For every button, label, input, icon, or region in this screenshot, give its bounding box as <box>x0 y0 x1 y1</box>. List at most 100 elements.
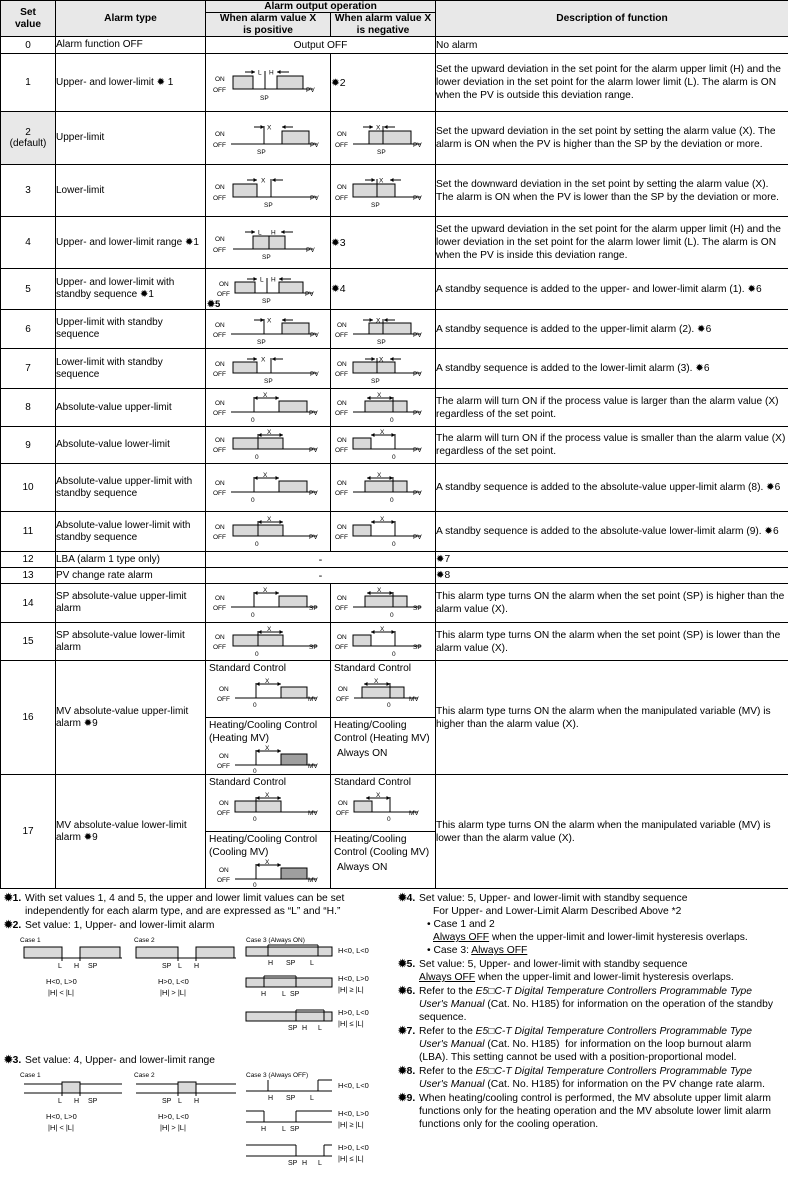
cell-set-value: 12 <box>0 551 56 569</box>
svg-text:L: L <box>310 1095 314 1102</box>
svg-text:H: H <box>302 1025 307 1032</box>
svg-text:OFF: OFF <box>335 410 348 417</box>
footnotes-section: ✹1. With set values 1, 4 and 5, the uppe… <box>0 889 788 1184</box>
svg-text:ON: ON <box>215 595 225 602</box>
svg-text:OFF: OFF <box>213 142 226 149</box>
header-set-value-line2: value <box>14 18 42 30</box>
waveform-upper-limit-negative: ON OFF X SP PV <box>335 125 422 157</box>
svg-text:SP: SP <box>309 644 318 651</box>
svg-text:H: H <box>74 1098 79 1105</box>
fig-upper-lower-range-cases: Case 1 L H SP H<0, L>0 |H| < |L| Case 2 … <box>20 1072 369 1167</box>
svg-text:0: 0 <box>392 454 396 461</box>
table-header: Set value Alarm type Alarm output operati… <box>0 0 788 38</box>
cell-description: Set the upward deviation in the set poin… <box>435 216 788 270</box>
svg-text:H<0, L<0: H<0, L<0 <box>338 946 369 955</box>
svg-text:L: L <box>282 991 286 998</box>
svg-text:PV: PV <box>306 87 315 94</box>
sub-split-negative: Standard Control ON OFF X 0 MV Heating/C… <box>331 661 435 774</box>
cell-diagram-positive: ON OFF L H SP PV <box>205 216 331 270</box>
footnote-5-title: Set value: 5, Upper- and lower-limit wit… <box>419 959 688 971</box>
svg-text:ON: ON <box>337 400 347 407</box>
svg-text:OFF: OFF <box>213 534 226 541</box>
svg-text:SP: SP <box>260 95 269 102</box>
sub-heating-cooling-positive: Heating/Cooling Control (Heating MV) ON … <box>206 718 330 774</box>
svg-text:H>0, L<0: H>0, L<0 <box>158 977 189 986</box>
waveform-lower-limit-positive: ON OFF X SP PV <box>213 177 319 209</box>
table-row: 16 MV absolute-value upper-limit alarm ✹… <box>0 660 788 776</box>
cell-diagram-positive: ON OFF X SP PV <box>205 111 331 166</box>
svg-text:H<0, L>0: H<0, L>0 <box>338 974 369 983</box>
svg-text:ON: ON <box>337 184 347 191</box>
footnote-2: ✹2. Set value: 1, Upper- and lower-limit… <box>4 920 388 933</box>
footnote-2-marker: ✹2. <box>4 920 22 932</box>
waveform-lower-standby-positive: ON OFF X SP PV <box>213 357 319 386</box>
cell-diagram-negative: ON OFF X 0 PV <box>330 463 436 513</box>
cell-alarm-type: Lower-limit <box>55 164 206 218</box>
svg-text:X: X <box>267 516 272 523</box>
header-description: Description of function <box>435 0 788 38</box>
waveform-abs-upper-negative: ON OFF X 0 PV <box>335 392 422 424</box>
svg-text:X: X <box>376 317 381 324</box>
cell-diagram-positive: ON OFF X SP PV <box>205 164 331 218</box>
svg-text:MV: MV <box>409 696 419 703</box>
svg-text:Case 1: Case 1 <box>20 937 41 944</box>
svg-text:ON: ON <box>219 686 229 693</box>
footnote-3-figure: Case 1 L H SP H<0, L>0 |H| < |L| Case 2 … <box>18 1069 388 1181</box>
svg-text:SP: SP <box>288 1025 298 1032</box>
svg-text:0: 0 <box>390 497 394 504</box>
sub-label-heating-cooling: Heating/Cooling Control (Heating MV) <box>209 720 318 744</box>
table-row: 15 SP absolute-value lower-limit alarm O… <box>0 622 788 662</box>
footnote-5-text: Set value: 5, Upper- and lower-limit wit… <box>419 959 782 985</box>
svg-text:ON: ON <box>219 800 229 807</box>
svg-text:SP: SP <box>257 149 266 156</box>
cell-output-span: - <box>205 567 436 585</box>
footnote-3: ✹3. Set value: 4, Upper- and lower-limit… <box>4 1055 388 1068</box>
svg-text:PV: PV <box>309 490 318 497</box>
table-row: 4 Upper- and lower-limit range ✹1 ON OFF… <box>0 216 788 270</box>
svg-text:X: X <box>263 587 268 594</box>
cell-output-span: Output OFF <box>205 36 436 55</box>
waveform-mv-upper-standard-negative: ON OFF X 0 MV <box>336 678 419 708</box>
svg-text:0: 0 <box>255 541 259 548</box>
svg-text:0: 0 <box>253 816 257 822</box>
svg-text:OFF: OFF <box>217 696 230 703</box>
sub-split-positive: Standard Control ON OFF X 0 MV Heating/C… <box>206 661 330 774</box>
sub-label-always-on: Always ON <box>337 747 388 759</box>
svg-text:OFF: OFF <box>213 605 226 612</box>
table-row: 1 Upper- and lower-limit ✹ 1 ON OFF L H <box>0 53 788 113</box>
svg-text:X: X <box>265 792 270 799</box>
cell-set-value: 3 <box>0 164 56 218</box>
svg-text:PV: PV <box>413 534 422 541</box>
cell-set-value: 5 <box>0 268 56 311</box>
svg-text:L: L <box>282 1126 286 1133</box>
sub-label-always-on: Always ON <box>337 861 388 873</box>
svg-text:SP: SP <box>290 1126 300 1133</box>
svg-text:PV: PV <box>413 410 422 417</box>
svg-text:OFF: OFF <box>335 447 348 454</box>
svg-text:L: L <box>58 963 62 970</box>
svg-text:ON: ON <box>219 867 229 874</box>
svg-text:SP: SP <box>377 339 386 346</box>
sub-label-standard-control: Standard Control <box>334 663 412 675</box>
svg-text:Case 1: Case 1 <box>20 1072 41 1079</box>
svg-text:PV: PV <box>306 247 315 254</box>
sub-label-standard-control: Standard Control <box>209 777 287 789</box>
svg-text:PV: PV <box>310 371 319 378</box>
cell-description: Set the upward deviation in the set poin… <box>435 111 788 166</box>
svg-text:L: L <box>58 1098 62 1105</box>
svg-text:PV: PV <box>413 371 422 378</box>
svg-text:OFF: OFF <box>335 534 348 541</box>
svg-text:ON: ON <box>215 131 225 138</box>
footnote-3-text: Set value: 4, Upper- and lower-limit ran… <box>25 1055 216 1067</box>
table-row: 10 Absolute-value upper-limit with stand… <box>0 463 788 513</box>
svg-text:SP: SP <box>290 991 300 998</box>
svg-text:0: 0 <box>390 612 394 619</box>
footnote-4-line-4: • Case 3: Always OFF <box>427 945 528 957</box>
cell-diagram-positive: ON OFF X SP PV <box>205 309 331 350</box>
svg-text:OFF: OFF <box>336 696 349 703</box>
svg-text:OFF: OFF <box>217 291 230 298</box>
waveform-upper-lower-range: ON OFF L H SP PV <box>213 229 315 261</box>
cell-set-value: 1 <box>0 53 56 113</box>
svg-text:H: H <box>268 1095 273 1102</box>
cell-description: A standby sequence is added to the absol… <box>435 511 788 553</box>
